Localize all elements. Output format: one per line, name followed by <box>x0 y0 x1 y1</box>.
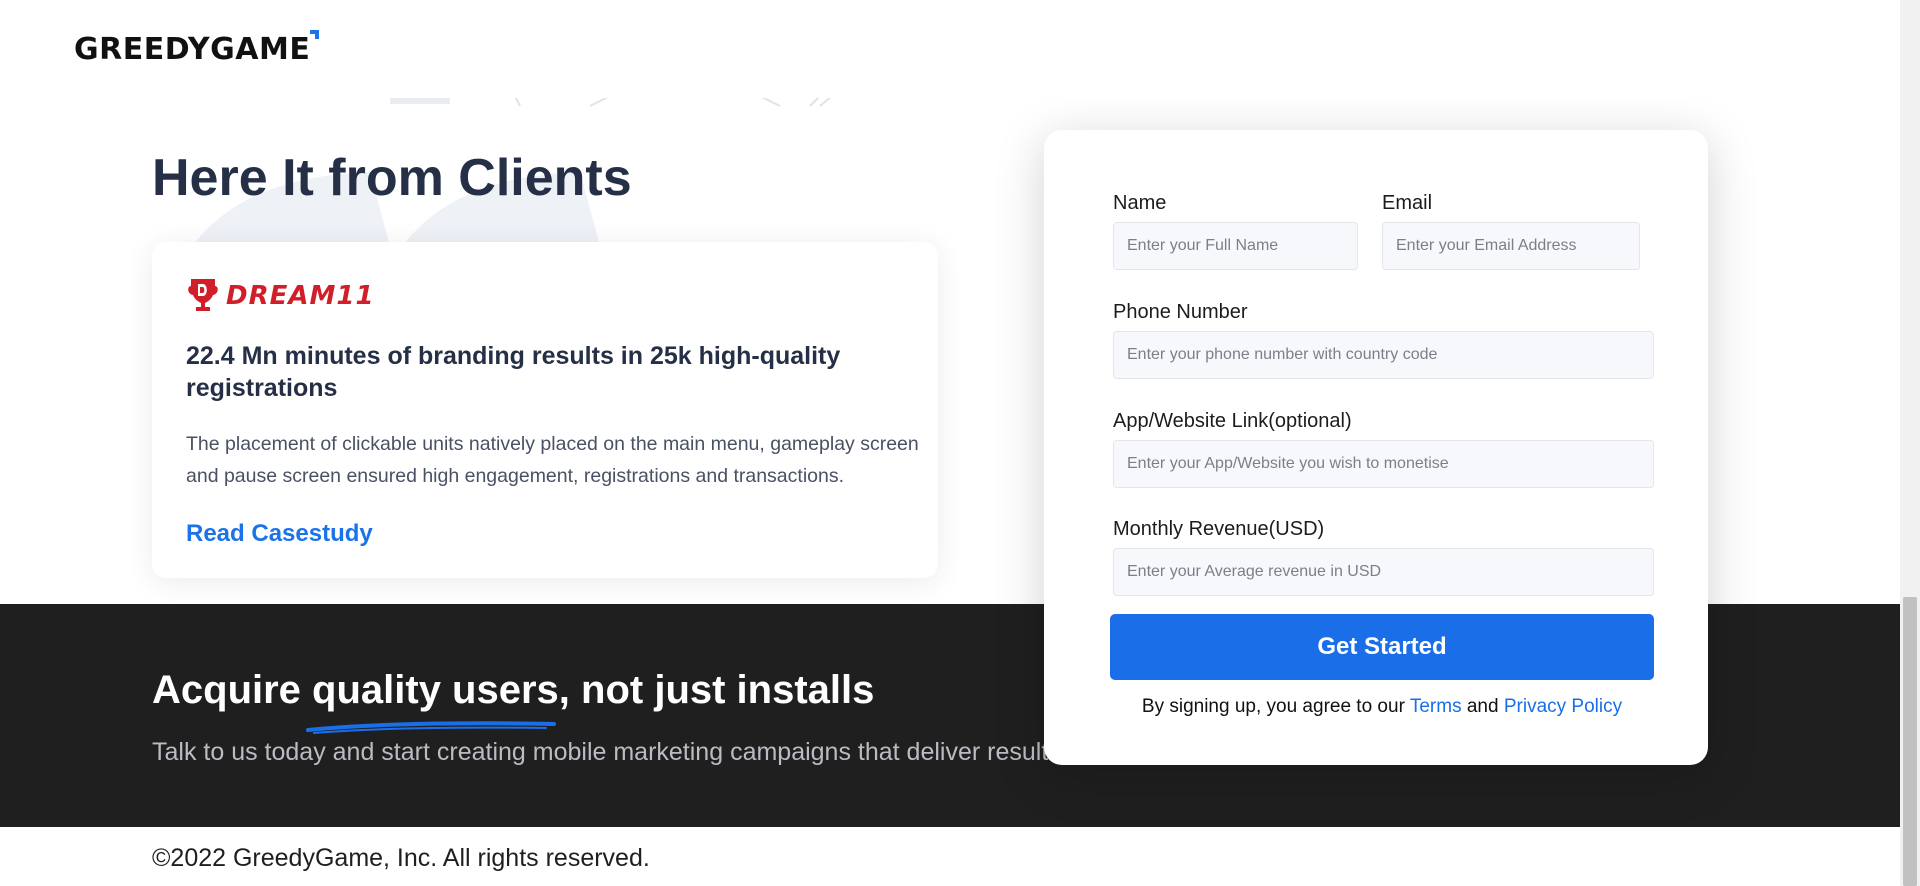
page-scrollbar[interactable] <box>1900 0 1920 886</box>
get-started-button[interactable]: Get Started <box>1110 614 1654 680</box>
dream11-logo-text: DREAM11 <box>226 281 375 311</box>
email-input[interactable] <box>1382 222 1640 270</box>
cta-subtitle: Talk to us today and start creating mobi… <box>152 738 1068 766</box>
revenue-label: Monthly Revenue(USD) <box>1113 518 1325 540</box>
dream11-logo: DREAM11 <box>186 276 375 316</box>
revenue-input[interactable] <box>1113 548 1654 596</box>
case-study-headline: 22.4 Mn minutes of branding results in 2… <box>186 342 841 402</box>
cta-title: Acquire quality users, not just installs <box>152 668 875 712</box>
phone-input[interactable] <box>1113 331 1654 379</box>
case-study-description: The placement of clickable units nativel… <box>186 433 919 487</box>
terms-link[interactable]: Terms <box>1410 696 1462 717</box>
clients-section-title: Here It from Clients <box>152 149 632 207</box>
read-casestudy-link[interactable]: Read Casestudy <box>186 520 373 548</box>
trophy-icon <box>188 279 218 311</box>
brush-underline-decoration <box>306 721 556 734</box>
name-label: Name <box>1113 192 1167 214</box>
copyright-text: ©2022 GreedyGame, Inc. All rights reserv… <box>152 844 650 872</box>
privacy-policy-link[interactable]: Privacy Policy <box>1504 696 1622 717</box>
name-input[interactable] <box>1113 222 1358 270</box>
app-link-label: App/Website Link(optional) <box>1113 410 1352 432</box>
case-study-card: DREAM11 22.4 Mn minutes of branding resu… <box>152 242 938 578</box>
app-link-input[interactable] <box>1113 440 1654 488</box>
greedygame-logo[interactable]: GREEDYGAME <box>74 32 310 67</box>
signup-form: Name Email Phone Number App/Website Link… <box>1044 130 1708 765</box>
logo-corner-mark-icon <box>310 30 319 39</box>
agree-prefix-text: By signing up, you agree to our <box>1141 696 1405 717</box>
phone-label: Phone Number <box>1113 301 1248 323</box>
page: GREEDYGAME Here It from Clients DREAM11 … <box>0 0 1920 886</box>
terms-agreement: By signing up, you agree to our Terms an… <box>1044 696 1720 718</box>
and-text: and <box>1466 696 1499 717</box>
email-label: Email <box>1382 192 1433 214</box>
scrollbar-thumb[interactable] <box>1903 597 1917 886</box>
site-header: GREEDYGAME <box>0 0 1900 98</box>
